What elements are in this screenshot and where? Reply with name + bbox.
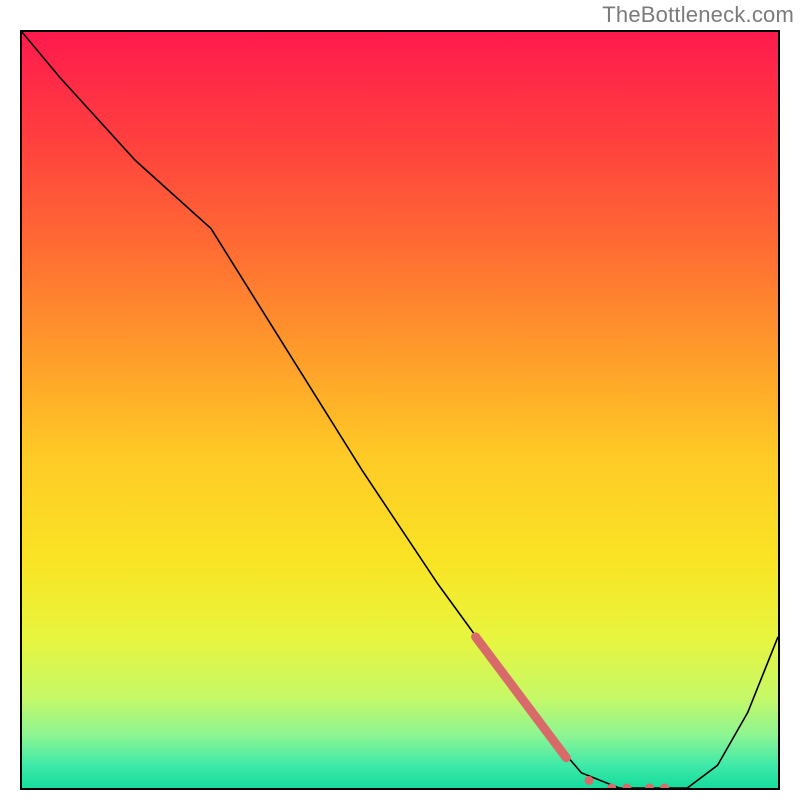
chart-svg bbox=[22, 32, 778, 788]
background-rect bbox=[22, 32, 778, 788]
plot-area bbox=[20, 30, 780, 790]
chart-frame: TheBottleneck.com bbox=[0, 0, 800, 800]
watermark-label: TheBottleneck.com bbox=[602, 2, 794, 28]
